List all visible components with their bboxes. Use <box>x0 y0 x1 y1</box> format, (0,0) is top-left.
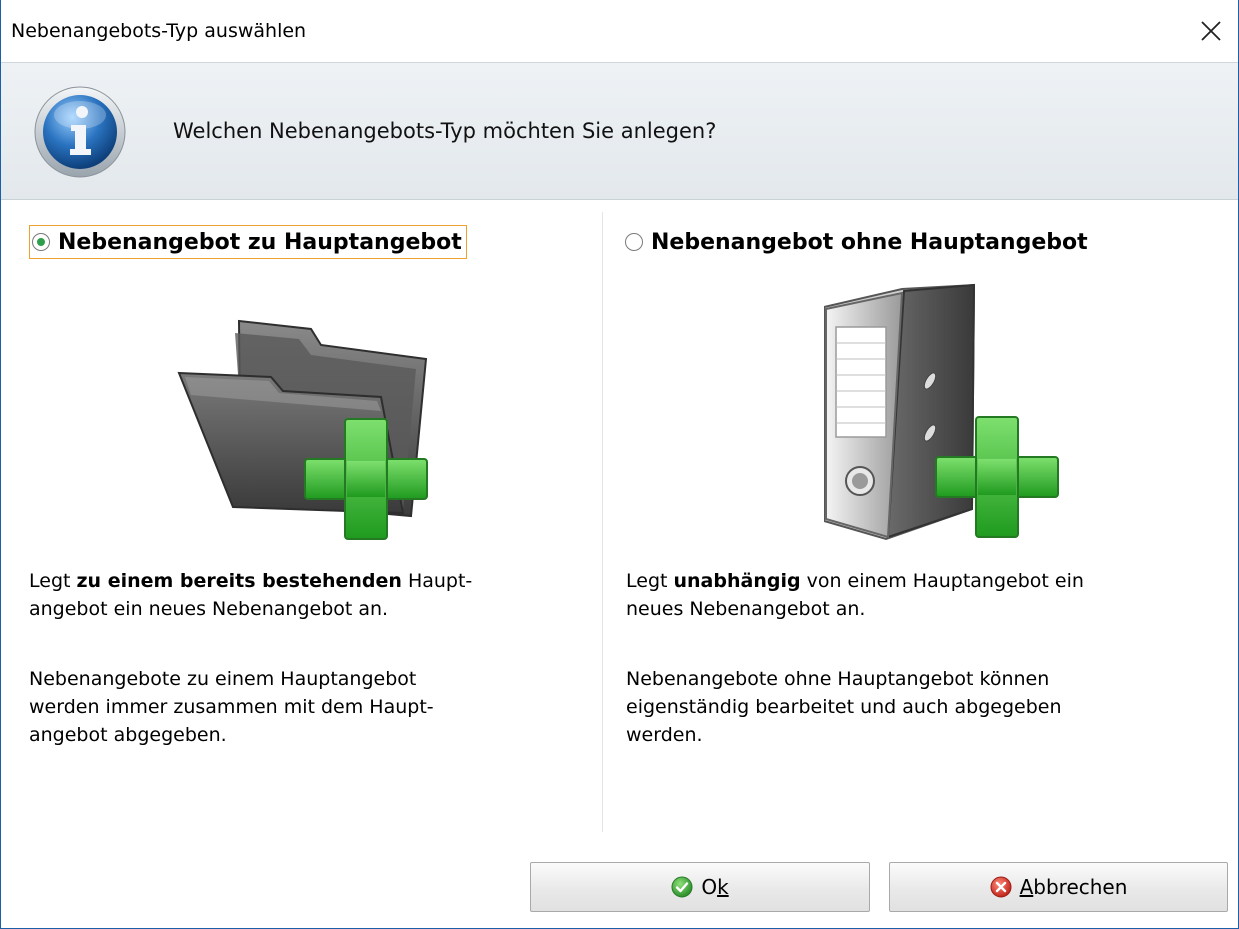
ok-label-text: O <box>701 875 718 899</box>
option-description-primary: Legt zu einem bereits bestehenden Haupt-… <box>29 567 589 623</box>
cancel-label-accelerator: A <box>1019 875 1034 899</box>
dialog-question: Welchen Nebenangebots-Typ möchten Sie an… <box>173 119 717 143</box>
cancel-label-text: bbrechen <box>1033 875 1128 899</box>
checkmark-icon <box>671 876 693 898</box>
radio-button-unselected[interactable] <box>625 233 643 251</box>
radio-button-selected[interactable] <box>32 233 50 251</box>
option-without-main-offer: Nebenangebot ohne Hauptangebot Legt unab… <box>604 199 1238 839</box>
radio-label: Nebenangebot zu Hauptangebot <box>58 229 462 255</box>
column-divider <box>602 212 603 832</box>
ok-label-accelerator: k <box>717 875 729 899</box>
dialog-header: Welchen Nebenangebots-Typ möchten Sie an… <box>1 62 1238 200</box>
close-icon <box>1201 21 1221 41</box>
option-with-main-offer: Nebenangebot zu Hauptangebot Legt zu ein… <box>1 199 601 839</box>
ok-button[interactable]: Ok <box>530 862 870 912</box>
desc-text: Legt <box>626 570 674 592</box>
cancel-button[interactable]: Abbrechen <box>889 862 1228 912</box>
option-description-secondary: Nebenangebote ohne Hauptangebot können e… <box>626 668 1062 746</box>
folder-add-icon <box>177 319 428 540</box>
desc-emphasis: zu einem bereits bestehenden <box>76 570 402 592</box>
radio-without-main-offer[interactable]: Nebenangebot ohne Hauptangebot <box>622 225 1093 259</box>
option-description-secondary: Nebenangebote zu einem Hauptangebot werd… <box>29 668 434 746</box>
title-bar: Nebenangebots-Typ auswählen <box>1 0 1238 62</box>
window-title: Nebenangebots-Typ auswählen <box>11 20 307 42</box>
radio-label: Nebenangebot ohne Hauptangebot <box>651 229 1088 255</box>
desc-text: Legt <box>29 570 77 592</box>
cancel-button-label: Abbrechen <box>1020 875 1128 899</box>
option-description-primary: Legt unabhängig von einem Hauptangebot e… <box>626 567 1206 623</box>
desc-emphasis: unabhängig <box>673 570 801 592</box>
radio-with-main-offer[interactable]: Nebenangebot zu Hauptangebot <box>29 225 467 259</box>
close-button[interactable] <box>1184 0 1238 62</box>
binder-add-icon <box>824 283 1059 541</box>
dialog-window: Nebenangebots-Typ auswählen Welchen Nebe… <box>0 0 1239 929</box>
info-icon <box>34 86 126 178</box>
cancel-icon <box>990 876 1012 898</box>
ok-button-label: Ok <box>701 875 728 899</box>
